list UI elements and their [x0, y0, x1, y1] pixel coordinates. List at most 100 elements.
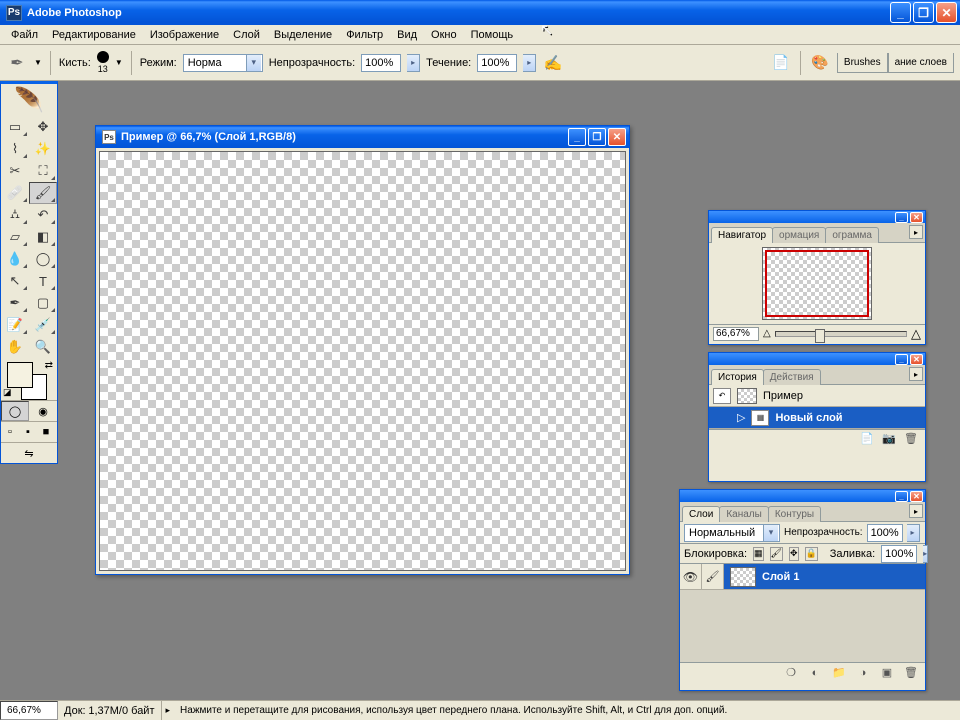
document-canvas[interactable] [99, 151, 626, 571]
window-close-button[interactable]: ✕ [936, 2, 957, 23]
new-snapshot-icon[interactable]: 📷 [881, 432, 897, 446]
history-close-button[interactable]: ✕ [910, 354, 923, 365]
status-zoom-input[interactable]: 66,67% [0, 701, 58, 720]
flow-input[interactable]: 100% [477, 54, 517, 72]
tool-shape[interactable]: ▢ [29, 292, 57, 314]
palette-well-icon[interactable]: 🎨 [809, 52, 831, 74]
tool-move[interactable]: ✥ [29, 116, 57, 138]
tool-brush[interactable]: 🖌 [29, 182, 57, 204]
lock-all-icon[interactable]: 🔒 [805, 547, 818, 561]
menu-select[interactable]: Выделение [267, 27, 339, 43]
window-minimize-button[interactable]: _ [890, 2, 911, 23]
delete-layer-icon[interactable]: 🗑 [903, 666, 919, 680]
file-browser-icon[interactable]: 📄 [770, 52, 792, 74]
menu-image[interactable]: Изображение [143, 27, 226, 43]
menu-layer[interactable]: Слой [226, 27, 267, 43]
menu-file[interactable]: Файл [4, 27, 45, 43]
delete-state-icon[interactable]: 🗑 [903, 432, 919, 446]
screen-standard[interactable]: ▫ [1, 422, 19, 442]
lock-pixels-icon[interactable]: 🖌 [770, 547, 783, 561]
tool-notes[interactable]: 📝 [1, 314, 29, 336]
status-menu-icon[interactable]: ▸ [162, 705, 175, 716]
zoom-out-icon[interactable]: △ [763, 328, 771, 339]
menu-view[interactable]: Вид [390, 27, 424, 43]
flow-arrow-icon[interactable]: ▸ [523, 54, 536, 72]
tool-eyedropper[interactable]: 💉 [29, 314, 57, 336]
new-document-from-state-icon[interactable]: 📄 [859, 432, 875, 446]
tool-eraser[interactable]: ▱ [1, 226, 29, 248]
layers-menu-icon[interactable]: ▸ [909, 504, 923, 518]
swap-colors-icon[interactable]: ⇄ [45, 360, 53, 371]
tool-marquee[interactable]: ▭ [1, 116, 29, 138]
layer-fill-input[interactable]: 100% [881, 545, 917, 563]
new-layer-icon[interactable]: ▣ [879, 666, 895, 680]
navigator-menu-icon[interactable]: ▸ [909, 225, 923, 239]
tool-healing[interactable]: 🩹 [1, 182, 29, 204]
opacity-arrow-icon[interactable]: ▸ [407, 54, 420, 72]
blend-mode-select[interactable]: Норма [183, 54, 263, 72]
tool-path-select[interactable]: ↖ [1, 270, 29, 292]
zoom-in-icon[interactable]: △ [911, 326, 921, 342]
doc-maximize-button[interactable]: ❐ [588, 128, 606, 146]
layer-style-icon[interactable]: ❍ [783, 666, 799, 680]
tool-hand[interactable]: ✋ [1, 336, 29, 358]
menu-filter[interactable]: Фильтр [339, 27, 390, 43]
layer-row[interactable]: 👁 🖌 Слой 1 [680, 564, 925, 590]
history-snapshot-row[interactable]: ↶ Пример [709, 385, 925, 407]
tab-paths[interactable]: Контуры [768, 506, 821, 522]
layer-fill-arrow-icon[interactable]: ▸ [923, 545, 928, 563]
screen-fullmenu[interactable]: ▪ [19, 422, 37, 442]
new-set-icon[interactable]: 📁 [831, 666, 847, 680]
tool-preset-icon[interactable]: ✒ [6, 52, 28, 74]
tool-history-brush[interactable]: ↶ [29, 204, 57, 226]
layer-blend-mode-select[interactable]: Нормальный [684, 524, 780, 542]
history-brush-source-icon[interactable]: ↶ [713, 388, 731, 404]
doc-minimize-button[interactable]: _ [568, 128, 586, 146]
screen-full[interactable]: ■ [37, 422, 55, 442]
layer-opacity-input[interactable]: 100% [867, 524, 903, 542]
brush-preset-picker[interactable]: 13 [97, 51, 109, 74]
tab-navigator[interactable]: Навигатор [711, 227, 773, 243]
history-state-row[interactable]: ▷ ▦ Новый слой [709, 407, 925, 429]
navigator-zoom-input[interactable]: 66,67% [713, 327, 759, 341]
tab-history[interactable]: История [711, 369, 764, 385]
tool-blur[interactable]: 💧 [1, 248, 29, 270]
menu-help[interactable]: Помощь [464, 27, 521, 43]
airbrush-icon[interactable]: ✍ [542, 52, 564, 74]
jump-to-imageready[interactable]: ⇋ [1, 443, 57, 463]
tool-slice[interactable]: ⛶ [29, 160, 57, 182]
brush-dropdown-icon[interactable]: ▼ [115, 58, 123, 67]
tool-lasso[interactable]: ⌇ [1, 138, 29, 160]
menu-window[interactable]: Окно [424, 27, 464, 43]
layers-minimize-button[interactable]: _ [895, 491, 908, 502]
tool-gradient[interactable]: ◧ [29, 226, 57, 248]
window-maximize-button[interactable]: ❐ [913, 2, 934, 23]
tool-preset-dropdown-icon[interactable]: ▼ [34, 58, 42, 67]
tool-dodge[interactable]: ◯ [29, 248, 57, 270]
navigator-close-button[interactable]: ✕ [910, 212, 923, 223]
tab-info[interactable]: ормация [772, 227, 826, 243]
history-menu-icon[interactable]: ▸ [909, 367, 923, 381]
adjustment-layer-icon[interactable]: ◑ [855, 666, 871, 680]
layer-link-icon[interactable]: 🖌 [702, 564, 724, 589]
layer-opacity-arrow-icon[interactable]: ▸ [907, 524, 920, 542]
tool-pen[interactable]: ✒ [1, 292, 29, 314]
tab-histogram[interactable]: ограмма [825, 227, 879, 243]
lock-position-icon[interactable]: ✥ [789, 547, 799, 561]
status-doc-size[interactable]: Док: 1,37M/0 байт [58, 701, 162, 720]
tool-zoom[interactable]: 🔍 [29, 336, 57, 358]
document-titlebar[interactable]: Ps Пример @ 66,7% (Слой 1,RGB/8) _ ❐ ✕ [96, 126, 629, 148]
tab-channels[interactable]: Каналы [719, 506, 769, 522]
layer-name[interactable]: Слой 1 [762, 571, 799, 583]
doc-close-button[interactable]: ✕ [608, 128, 626, 146]
foreground-color[interactable] [7, 362, 33, 388]
default-colors-icon[interactable]: ◪ [3, 387, 12, 398]
history-minimize-button[interactable]: _ [895, 354, 908, 365]
tool-crop[interactable]: ✂ [1, 160, 29, 182]
navigator-zoom-slider[interactable] [775, 331, 907, 337]
palette-tab-layercomps[interactable]: ание слоев [888, 53, 954, 73]
edit-standard-mode[interactable]: ◯ [1, 401, 29, 421]
menu-edit[interactable]: Редактирование [45, 27, 143, 43]
tab-layers[interactable]: Слои [682, 506, 720, 522]
opacity-input[interactable]: 100% [361, 54, 401, 72]
